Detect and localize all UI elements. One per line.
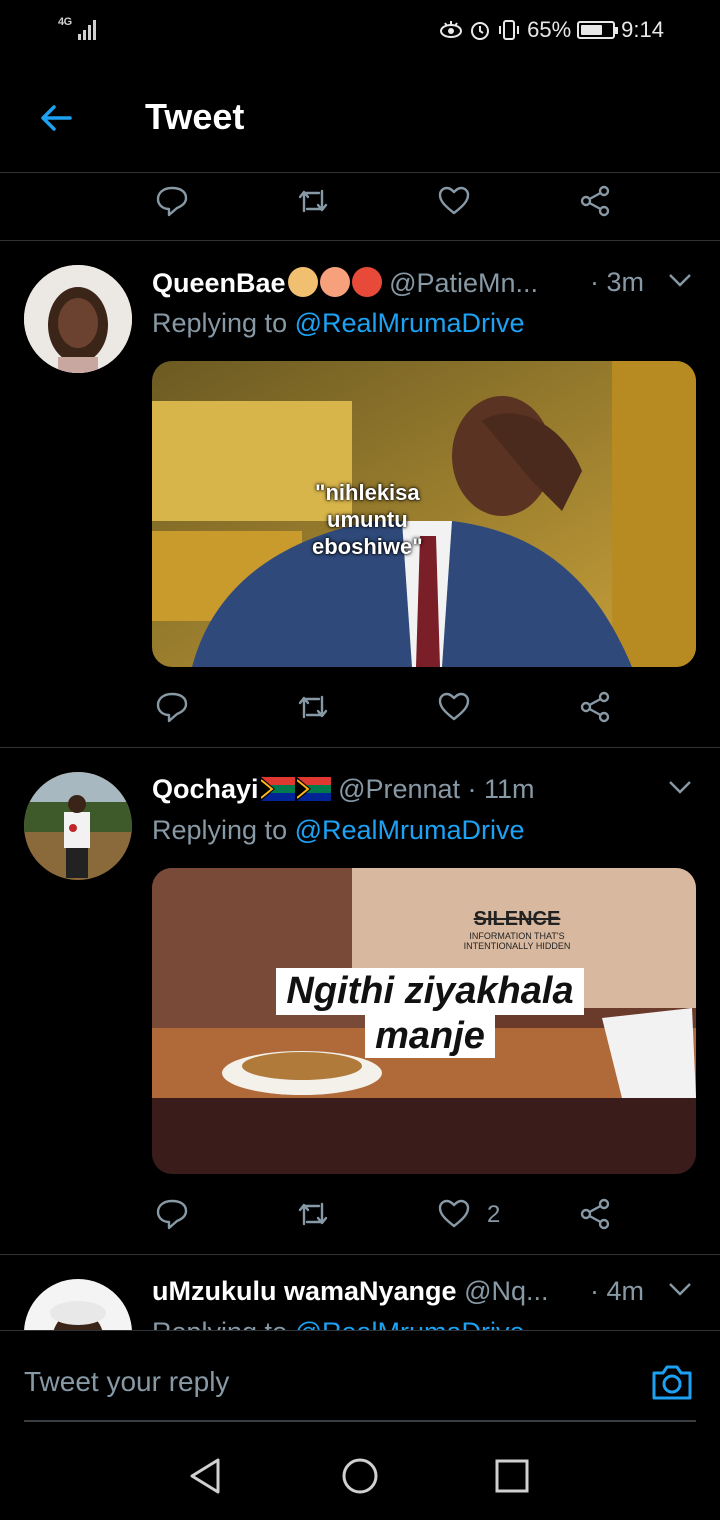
shirt-line: INTENTIONALLY HIDDEN	[463, 941, 571, 951]
timestamp: · 3m	[590, 267, 644, 297]
mention-link[interactable]: @RealMrumaDrive	[295, 308, 525, 338]
header	[0, 60, 720, 173]
chevron-down-icon[interactable]	[666, 266, 694, 294]
image-caption: "nihlekisa umuntu eboshiwe"	[312, 479, 423, 560]
reply-icon[interactable]	[154, 689, 190, 725]
reply-input-underline	[24, 1420, 696, 1422]
display-name: QueenBae	[152, 268, 286, 298]
reply-icon[interactable]	[154, 183, 190, 219]
tweet-image[interactable]: SILENCE INFORMATION THAT'S INTENTIONALLY…	[152, 868, 696, 1174]
tweet-author[interactable]: Qochayi @Prennat · 11m	[152, 774, 535, 805]
replying-to: Replying to @RealMrumaDrive	[152, 308, 525, 339]
hot-face-emoji-icon	[351, 267, 382, 297]
network-type: 4G	[58, 16, 72, 28]
caption-line: manje	[365, 1015, 495, 1058]
battery-icon	[577, 21, 619, 39]
retweet-icon[interactable]	[295, 689, 331, 725]
tweet-author[interactable]: uMzukulu wamaNyange @Nq...	[152, 1276, 549, 1307]
page-title: Tweet	[145, 96, 245, 137]
replying-prefix: Replying to	[152, 308, 288, 338]
tweet-image[interactable]: "nihlekisa umuntu eboshiwe"	[152, 361, 696, 667]
princess-emoji-icon	[287, 267, 318, 297]
reply-icon[interactable]	[154, 1196, 190, 1232]
divider	[0, 240, 720, 241]
south-africa-flag-icon	[260, 777, 295, 801]
shirt-title: SILENCE	[473, 908, 561, 930]
handle: @Nq...	[464, 1276, 549, 1306]
eye-comfort-icon	[440, 21, 463, 38]
nav-recents-icon[interactable]	[492, 1456, 532, 1496]
tweet-author[interactable]: QueenBae @PatieMn...	[152, 267, 538, 299]
handle: @PatieMn...	[389, 268, 539, 298]
mention-link[interactable]: @RealMrumaDrive	[295, 815, 525, 845]
display-name: uMzukulu wamaNyange	[152, 1276, 457, 1306]
status-right: 65% 9:14	[439, 17, 664, 43]
avatar[interactable]	[24, 772, 132, 880]
share-icon[interactable]	[577, 1196, 613, 1232]
nav-home-icon[interactable]	[340, 1456, 380, 1496]
avatar[interactable]	[24, 265, 132, 373]
display-name: Qochayi	[152, 774, 259, 804]
camera-icon[interactable]	[650, 1360, 694, 1404]
share-icon[interactable]	[577, 183, 613, 219]
replying-prefix: Replying to	[152, 1317, 287, 1330]
clock: 9:14	[621, 17, 664, 42]
shirt-line: INFORMATION THAT'S	[469, 931, 565, 941]
handle: @Prennat · 11m	[338, 774, 535, 804]
heart-icon[interactable]	[436, 1196, 472, 1232]
caption-line: Ngithi ziyakhala	[276, 968, 584, 1015]
divider	[0, 747, 720, 748]
share-icon[interactable]	[577, 689, 613, 725]
caption-line: umuntu	[327, 507, 408, 532]
caption-line: "nihlekisa	[315, 480, 420, 505]
chevron-down-icon[interactable]	[666, 1275, 694, 1303]
replying-to: Replying to @RealMrumaDrive	[152, 815, 525, 846]
nav-back-icon[interactable]	[186, 1456, 226, 1496]
replying-to: Replying to @RealMrumaDrive	[152, 1317, 525, 1330]
mention-link[interactable]: @RealMrumaDrive	[295, 1317, 525, 1330]
shirt-print: SILENCE INFORMATION THAT'S INTENTIONALLY…	[442, 908, 592, 951]
signal-icon	[78, 18, 96, 40]
back-arrow-icon[interactable]	[36, 98, 76, 138]
timestamp: · 4m	[590, 1276, 644, 1306]
peach-emoji-icon	[319, 267, 350, 297]
chevron-down-icon[interactable]	[666, 773, 694, 801]
battery-percent: 65%	[527, 17, 572, 42]
caption-line: eboshiwe"	[312, 534, 423, 559]
heart-icon[interactable]	[436, 689, 472, 725]
vibrate-icon	[499, 20, 520, 40]
south-africa-flag-icon	[296, 777, 331, 801]
alarm-icon	[471, 22, 490, 40]
like-count: 2	[487, 1201, 501, 1228]
avatar[interactable]	[24, 1279, 132, 1330]
status-bar: 4G 65% 9:14	[0, 0, 720, 60]
reply-input[interactable]: Tweet your reply	[24, 1366, 229, 1398]
replying-prefix: Replying to	[152, 815, 288, 845]
retweet-icon[interactable]	[295, 183, 331, 219]
retweet-icon[interactable]	[295, 1196, 331, 1232]
image-caption: Ngithi ziyakhala manje	[230, 968, 630, 1058]
tweet[interactable]: uMzukulu wamaNyange @Nq... · 4m Replying…	[0, 1255, 720, 1330]
heart-icon[interactable]	[436, 183, 472, 219]
system-nav-bar	[0, 1424, 720, 1520]
